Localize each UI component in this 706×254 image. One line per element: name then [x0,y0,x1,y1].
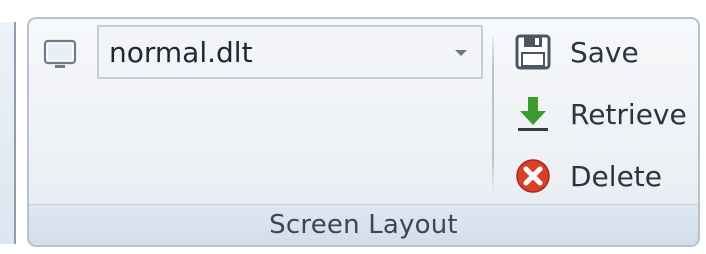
screen-layout-combobox[interactable]: normal.dlt [97,25,483,79]
group-label: Screen Layout [269,210,458,240]
monitor-icon [43,39,77,68]
delete-label: Delete [570,159,662,193]
save-button[interactable]: Save [514,27,639,77]
screen-layout-group: normal.dlt Save Retrieve Delete Screen L… [27,17,700,247]
save-label: Save [570,35,639,69]
group-footer: Screen Layout [29,204,698,245]
delete-button[interactable]: Delete [514,151,662,201]
group-separator [492,37,494,191]
adjacent-ribbon-group-edge [0,22,16,244]
download-arrow-icon [518,97,548,131]
floppy-disk-icon [515,34,551,70]
retrieve-label: Retrieve [570,97,687,131]
ribbon-panel: normal.dlt Save Retrieve Delete Screen L… [0,0,706,254]
combo-value: normal.dlt [109,36,253,69]
chevron-down-icon[interactable] [455,50,467,56]
delete-x-circle-icon [516,159,550,193]
retrieve-button[interactable]: Retrieve [514,89,687,139]
